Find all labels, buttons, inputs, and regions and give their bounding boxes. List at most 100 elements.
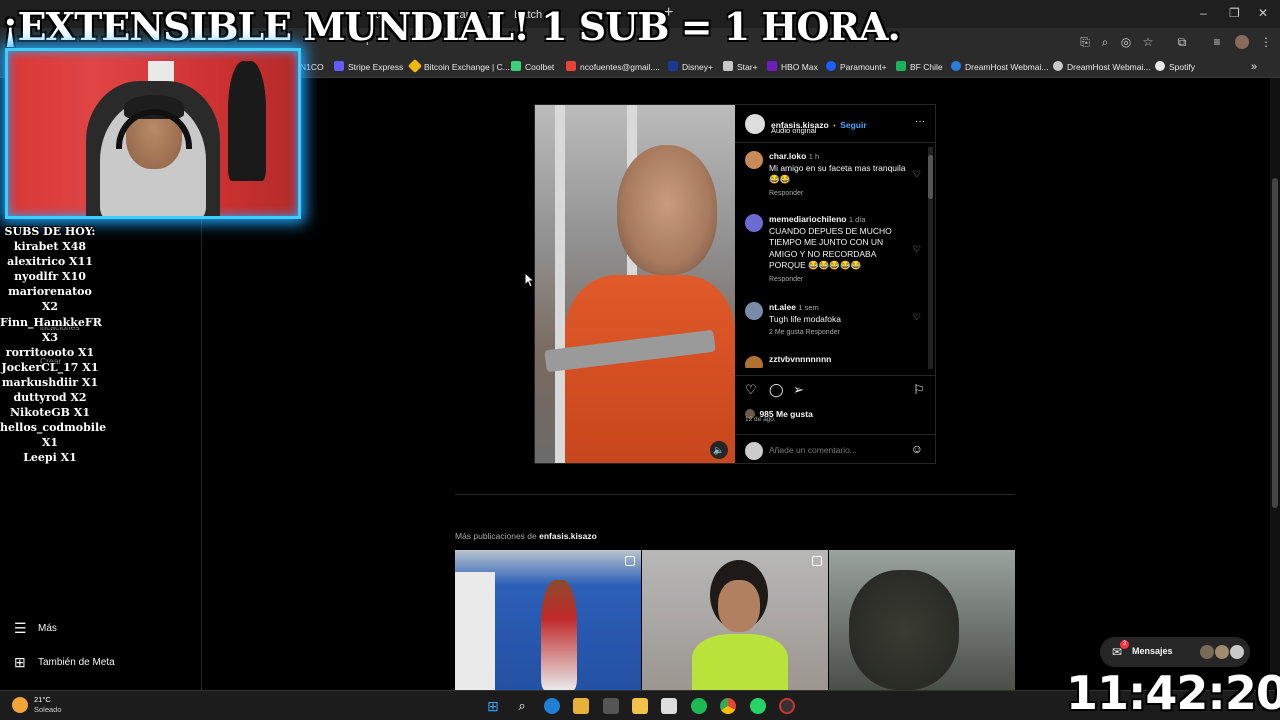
audio-label[interactable]: Audio original [771,126,816,135]
emoji-icon[interactable]: ☺ [911,442,923,456]
bookmark-label: HBO Max [781,62,818,72]
thumb-face [718,580,760,632]
file-explorer-icon[interactable] [632,698,648,714]
star-plus-icon [723,61,733,71]
weather-desc: Soleado [34,705,62,714]
comment: zztvbvnnnnnnn [745,354,925,368]
comments-scrollbar[interactable] [928,147,933,369]
profile-avatar[interactable] [1235,35,1249,49]
comment-icon[interactable]: ◯ [769,382,784,398]
comment-reply[interactable]: Responder [769,274,909,286]
like-comment-icon[interactable]: ♡ [913,244,921,255]
bookmark-item[interactable]: BF Chile [896,60,943,74]
reading-list-icon[interactable]: ≡ [1210,35,1224,49]
whatsapp-icon[interactable] [750,698,766,714]
weather-temp: 21°C [34,695,51,704]
bookmark-item[interactable]: Coolbet [511,60,554,74]
comment-reply[interactable]: Responder [769,188,909,200]
bookmark-item[interactable]: Spotify [1155,60,1195,74]
comment-user[interactable]: char.loko [769,151,806,161]
like-icon[interactable]: ♡ [745,382,757,398]
bookmark-item[interactable]: DreamHost Webmai... [951,60,1048,74]
more-post-thumbnail[interactable] [642,550,828,690]
comment-avatar[interactable] [745,302,763,320]
comment-user[interactable]: memediariochileno [769,214,846,224]
scroll-thumb[interactable] [1272,178,1278,508]
more-posts-author[interactable]: enfasis.kisazo [539,531,597,541]
comment-body: zztvbvnnnnnnn [769,354,909,366]
comment-reply[interactable]: 2 Me gusta Responder [769,327,909,339]
reel-icon [812,556,822,566]
sidebar-item-meta[interactable]: ⊞ También de Meta [14,654,115,671]
chrome-icon[interactable] [720,698,736,714]
sub-entry: JockerCL_17 X1 [1,360,99,374]
bookmark-label: BF Chile [910,62,943,72]
window-close-icon[interactable]: ✕ [1258,6,1268,20]
bookmark-label: Coolbet [525,62,555,72]
more-post-thumbnail[interactable] [455,550,641,690]
windows-start-icon[interactable]: ⊞ [485,698,501,714]
comments-scroll-thumb[interactable] [928,155,933,199]
page-scrollbar[interactable] [1270,78,1280,690]
store-icon[interactable] [573,698,589,714]
maximize-icon[interactable]: ❐ [1229,6,1240,20]
like-comment-icon[interactable]: ♡ [913,169,921,180]
screen: Sta × yami × Batch × + – ❐ ✕ r ⎘ ⌕ ◎ ☆ ⧉ ≡ … [0,0,1280,720]
edge-icon[interactable] [544,698,560,714]
install-app-icon[interactable]: ⎘ [1078,35,1092,49]
reel-video[interactable]: 🔈 [535,105,735,463]
share-icon[interactable]: ➢ [793,382,804,398]
instagram-post: 🔈 enfasis.kisazo • Seguir Audio original… [534,104,936,464]
comment-body: nt.alee 1 sem Tugh life modafoka 2 Me gu… [769,302,909,339]
bookmark-item[interactable]: HBO Max [767,60,818,74]
extensions-icon[interactable]: ⧉ [1175,35,1189,49]
bookmark-item[interactable]: Stripe Express [334,60,403,74]
comment-user[interactable]: zztvbvnnnnnnn [769,354,831,364]
more-options-icon[interactable]: ··· [915,116,925,127]
comment-text: CUANDO DEPUES DE MUCHO TIEMPO ME JUNTO C… [769,225,892,271]
bookmark-star-icon[interactable]: ☆ [1141,35,1155,49]
volume-icon[interactable]: 🔈 [710,441,728,459]
thumb-shirt [692,634,788,690]
app-icon[interactable] [603,698,619,714]
bookmark-item[interactable]: Paramount+ [826,60,887,74]
obs-icon[interactable] [779,698,795,714]
dreamhost-icon [951,61,961,71]
search-icon[interactable]: ⌕ [514,698,530,714]
sub-entry: rorritoooto X1 [5,345,95,359]
comment-avatar[interactable] [745,356,763,368]
sidebar-item-more[interactable]: ☰ Más [14,620,57,637]
bookmark-item[interactable]: ncofuentes@gmail.... [566,60,660,74]
like-comment-icon[interactable]: ♡ [913,312,921,323]
hbo-max-icon [767,61,777,71]
video-orange-vest [565,275,735,463]
messages-button[interactable]: ✉ 3 Mensajes [1100,637,1250,667]
post-date: 12 de ago. [745,416,776,423]
messages-label: Mensajes [1132,646,1173,656]
bookmark-item[interactable]: Star+ [723,60,758,74]
comment-time: 1 sem [798,303,819,312]
bookmark-item[interactable]: N1CO [300,60,324,74]
comment-avatar[interactable] [745,151,763,169]
more-bookmarks-icon[interactable]: » [1251,60,1257,74]
messages-badge: 3 [1120,640,1129,649]
eye-off-icon[interactable]: ◎ [1119,35,1133,49]
comment-avatar[interactable] [745,214,763,232]
spotify-taskbar-icon[interactable] [691,698,707,714]
bookmark-item[interactable]: Bitcoin Exchange | C... [407,58,510,74]
snipping-tool-icon[interactable] [661,698,677,714]
zoom-icon[interactable]: ⌕ [1098,35,1112,49]
more-post-thumbnail[interactable] [829,550,1015,690]
comment-user[interactable]: nt.alee [769,302,796,312]
save-icon[interactable]: ⚐ [913,382,925,398]
minimize-icon[interactable]: – [1200,6,1207,20]
browser-menu-icon[interactable]: ⋮ [1259,35,1273,49]
comment-input[interactable] [769,443,899,457]
bookmark-item[interactable]: DreamHost Webmai... [1053,60,1150,74]
post-details: enfasis.kisazo • Seguir Audio original ·… [735,105,935,463]
follow-button[interactable]: Seguir [840,120,866,130]
weather-icon[interactable] [12,697,28,713]
author-avatar[interactable] [745,114,765,134]
sub-entry: mariorenatoo X2 [8,285,92,314]
bookmark-item[interactable]: Disney+ [668,60,713,74]
